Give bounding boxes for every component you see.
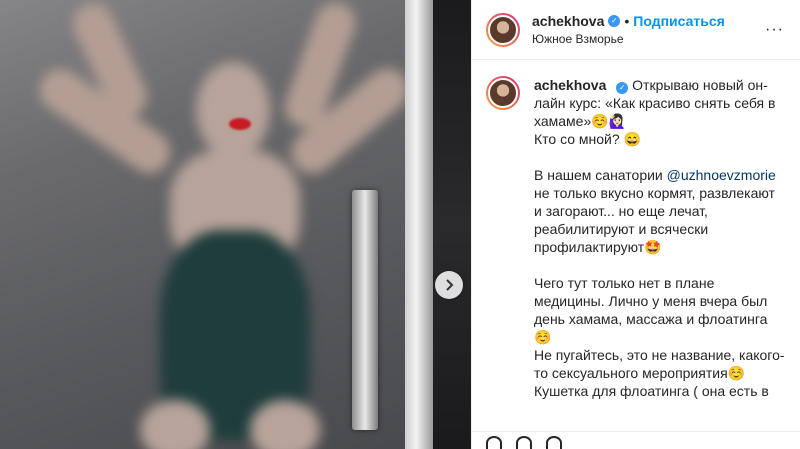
caption-line-2: Кто со мной? 😄 (534, 131, 641, 147)
comment-icon[interactable] (516, 436, 532, 449)
like-icon[interactable] (486, 436, 502, 449)
separator-dot: • (624, 12, 630, 29)
avatar[interactable] (486, 12, 520, 47)
follow-button[interactable]: Подписаться (633, 12, 725, 30)
carousel-next-button[interactable] (435, 271, 463, 299)
caption-paragraph-3: Чего тут только нет в плане медицины. Ли… (534, 275, 768, 345)
door-handle (352, 190, 378, 430)
lips (229, 118, 251, 130)
door-frame (405, 0, 433, 449)
avatar[interactable] (486, 76, 520, 110)
caption-paragraph-2b: не только вкусно кормят, развлекают и за… (534, 185, 775, 255)
caption-paragraph-5: Кушетка для флоатинга ( она есть в (534, 383, 769, 399)
post-header: achekhova ✓ • Подписаться Южное Взморье … (472, 0, 800, 60)
verified-badge-icon: ✓ (616, 82, 629, 94)
caption-text: achekhova ✓ Открываю новый он-лайн курс:… (534, 76, 786, 400)
author-username[interactable]: achekhova (532, 12, 604, 30)
caption-comment: achekhova ✓ Открываю новый он-лайн курс:… (472, 60, 800, 400)
wall (433, 0, 471, 449)
chevron-right-icon (446, 279, 454, 291)
caption-paragraph-4: Не пугайтесь, это не название, какого-то… (534, 347, 785, 381)
post-photo (0, 0, 471, 449)
more-options-icon[interactable]: ··· (765, 21, 784, 39)
mention-link[interactable]: @uzhnoevzmorie (667, 167, 776, 183)
caption-username[interactable]: achekhova (534, 77, 606, 93)
post-actions (472, 431, 800, 449)
location-link[interactable]: Южное Взморье (532, 30, 725, 48)
post-sidebar: achekhova ✓ • Подписаться Южное Взморье … (471, 0, 800, 449)
caption-paragraph-2a: В нашем санатории (534, 167, 667, 183)
verified-badge-icon: ✓ (608, 14, 621, 27)
share-icon[interactable] (546, 436, 562, 449)
